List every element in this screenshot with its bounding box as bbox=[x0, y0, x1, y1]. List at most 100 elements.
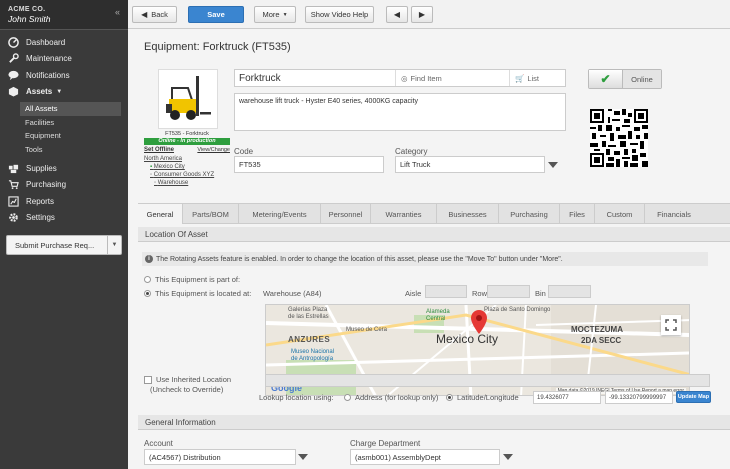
chevron-double-left-icon[interactable]: « bbox=[115, 7, 120, 17]
tab-custom[interactable]: Custom bbox=[595, 204, 645, 224]
target-icon: ◎ bbox=[401, 73, 408, 83]
charge-department-label: Charge Department bbox=[350, 439, 421, 448]
sidebar-item-settings[interactable]: Settings bbox=[0, 210, 128, 227]
location-tree-label: Consumer Goods XYZ bbox=[153, 172, 215, 178]
tab-metering-events[interactable]: Metering/Events bbox=[239, 204, 321, 224]
located-at-radio[interactable]: This Equipment is located at: bbox=[144, 289, 251, 298]
arrow-right-icon: ▶ bbox=[418, 10, 426, 19]
map-label: ANZURES bbox=[288, 335, 331, 344]
save-button[interactable]: Save bbox=[188, 6, 244, 23]
arrow-left-icon: ◀ bbox=[393, 10, 401, 19]
sidebar-item-label: Supplies bbox=[26, 163, 57, 173]
code-label: Code bbox=[234, 147, 254, 156]
map-pin-icon[interactable] bbox=[471, 310, 487, 334]
aisle-field[interactable] bbox=[425, 285, 467, 298]
latitude-field[interactable]: 19.4326077 bbox=[533, 391, 601, 404]
latlng-radio[interactable]: Latitude/Longitude bbox=[446, 393, 519, 402]
set-offline-link[interactable]: Set Offline bbox=[144, 147, 174, 153]
previous-record-button[interactable]: ◀ bbox=[386, 6, 408, 23]
caret-down-icon[interactable] bbox=[503, 454, 513, 460]
next-record-button[interactable]: ▶ bbox=[411, 6, 433, 23]
location-section-header: Location Of Asset bbox=[138, 227, 730, 242]
longitude-field[interactable]: -99.13320799999997 bbox=[605, 391, 673, 404]
map-label: Museo Nacional bbox=[291, 349, 335, 355]
asset-name-value: Forktruck bbox=[239, 72, 281, 84]
caret-down-icon[interactable]: ▼ bbox=[107, 236, 121, 254]
tab-businesses[interactable]: Businesses bbox=[437, 204, 499, 224]
asset-photo[interactable] bbox=[158, 69, 218, 129]
toolbar: ◀ Back Save More ▼ Show Video Help ◀ ▶ bbox=[128, 0, 730, 29]
caret-down-icon: ▼ bbox=[282, 11, 288, 18]
list-label: List bbox=[527, 73, 540, 83]
more-button[interactable]: More ▼ bbox=[254, 6, 296, 23]
tab-parts-bom[interactable]: Parts/BOM bbox=[183, 204, 239, 224]
location-tree: North America ▪ Mexico City ▫ Consumer G… bbox=[144, 155, 230, 187]
list-button[interactable]: 🛒 List bbox=[509, 70, 565, 86]
tab-personnel[interactable]: Personnel bbox=[321, 204, 371, 224]
online-toggle[interactable]: ✔ Online bbox=[588, 69, 662, 89]
sidebar-subitem-all-assets[interactable]: All Assets bbox=[20, 102, 121, 116]
show-video-help-button[interactable]: Show Video Help bbox=[305, 6, 374, 23]
asset-name-field[interactable]: Forktruck ◎ Find Item 🛒 List bbox=[234, 69, 566, 87]
charge-department-select[interactable]: (asmb001) AssemblyDept bbox=[350, 449, 500, 465]
sidebar-subitem-tools[interactable]: Tools bbox=[0, 143, 128, 157]
part-of-radio[interactable]: This Equipment is part of: bbox=[144, 275, 240, 284]
find-item-button[interactable]: ◎ Find Item bbox=[395, 70, 467, 86]
fullscreen-icon[interactable] bbox=[661, 315, 681, 335]
view-change-link[interactable]: View/Change bbox=[197, 147, 230, 153]
location-tree-item[interactable]: ▫ Consumer Goods XYZ bbox=[144, 171, 230, 179]
tab-general[interactable]: General bbox=[138, 204, 183, 224]
row-field[interactable] bbox=[487, 285, 530, 298]
sidebar: ACME CO. John Smith « Dashboard Maintena… bbox=[0, 0, 128, 469]
sidebar-subitem-equipment[interactable]: Equipment bbox=[0, 129, 128, 143]
latlng-option-label: Latitude/Longitude bbox=[457, 393, 519, 402]
location-tree-item[interactable]: ▫ Warehouse bbox=[144, 179, 230, 187]
account-label: Account bbox=[144, 439, 173, 448]
description-field[interactable]: warehouse lift truck - Hyster E40 series… bbox=[234, 93, 566, 131]
location-tree-item[interactable]: North America bbox=[144, 155, 230, 163]
user-name[interactable]: John Smith bbox=[8, 14, 120, 24]
sidebar-item-label: Reports bbox=[26, 196, 55, 206]
tab-files[interactable]: Files bbox=[560, 204, 595, 224]
radio-icon bbox=[446, 394, 453, 401]
rotating-assets-text: The Rotating Assets feature is enabled. … bbox=[156, 255, 563, 263]
sidebar-item-assets[interactable]: Assets ▼ bbox=[0, 84, 128, 101]
gear-icon bbox=[7, 212, 19, 224]
sidebar-header: ACME CO. John Smith « bbox=[0, 0, 128, 30]
box-icon bbox=[7, 86, 19, 98]
address-radio[interactable]: Address (for lookup only) bbox=[344, 393, 438, 402]
map-label: Central bbox=[426, 316, 446, 322]
sidebar-item-maintenance[interactable]: Maintenance bbox=[0, 51, 128, 68]
sidebar-item-dashboard[interactable]: Dashboard bbox=[0, 34, 128, 51]
chat-bubble-icon bbox=[7, 69, 19, 81]
sidebar-item-reports[interactable]: Reports bbox=[0, 193, 128, 210]
sidebar-item-notifications[interactable]: Notifications bbox=[0, 67, 128, 84]
rotating-assets-notice: i The Rotating Assets feature is enabled… bbox=[142, 252, 708, 266]
tab-purchasing[interactable]: Purchasing bbox=[499, 204, 560, 224]
map-label: Plaza de Santo Domingo bbox=[484, 307, 551, 313]
checkmark-icon: ✔ bbox=[589, 70, 623, 88]
caret-down-icon[interactable] bbox=[548, 162, 558, 168]
page-title: Equipment: Forktruck (FT535) bbox=[144, 41, 291, 53]
status-badge: Online - In production bbox=[144, 138, 230, 145]
category-select[interactable]: Lift Truck bbox=[395, 156, 545, 173]
map-city-label: Mexico City bbox=[436, 332, 499, 346]
aisle-label: Aisle bbox=[405, 289, 422, 298]
code-field[interactable]: FT535 bbox=[234, 156, 384, 173]
bin-field[interactable] bbox=[548, 285, 591, 298]
sidebar-item-supplies[interactable]: Supplies bbox=[0, 160, 128, 177]
caret-down-icon[interactable] bbox=[298, 454, 308, 460]
uncheck-hint: (Uncheck to Override) bbox=[150, 385, 224, 394]
submit-purchase-request-button[interactable]: Submit Purchase Req... ▼ bbox=[6, 235, 122, 255]
location-tree-item[interactable]: ▪ Mexico City bbox=[144, 163, 230, 171]
tab-warranties[interactable]: Warranties bbox=[371, 204, 437, 224]
update-map-button[interactable]: Update Map bbox=[676, 391, 711, 403]
use-inherited-checkbox[interactable]: Use Inherited Location bbox=[144, 375, 231, 384]
sidebar-subitem-facilities[interactable]: Facilities bbox=[0, 116, 128, 130]
tab-financials[interactable]: Financials bbox=[645, 204, 703, 224]
account-select[interactable]: (AC4567) Distribution bbox=[144, 449, 296, 465]
find-item-label: Find Item bbox=[410, 73, 442, 83]
sidebar-item-purchasing[interactable]: Purchasing bbox=[0, 177, 128, 194]
back-button[interactable]: ◀ Back bbox=[132, 6, 177, 23]
bin-label: Bin bbox=[535, 289, 546, 298]
